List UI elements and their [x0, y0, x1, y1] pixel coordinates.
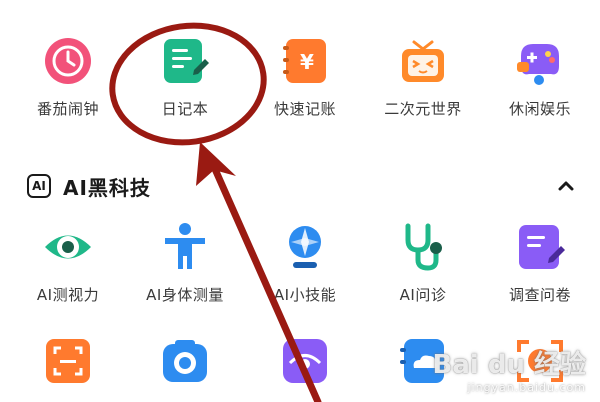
app-label: AI测视力 [36, 286, 100, 304]
watermark-logo: Bai du 经验 [432, 350, 587, 380]
section-header: AI AI黑科技 [27, 170, 151, 202]
app-tomato-clock[interactable]: 番茄闹钟 [8, 36, 128, 119]
app-label: 休闲娱乐 [508, 100, 571, 118]
app-anime-world[interactable]: 二次元世界 [363, 36, 483, 119]
app-bookkeeping[interactable]: ¥ 快速记账 [245, 36, 365, 119]
annotation-arrow-head [196, 142, 236, 186]
body-measure-icon [160, 222, 210, 272]
app-label: AI小技能 [273, 286, 337, 304]
app-scan[interactable] [8, 336, 128, 386]
collapse-button[interactable] [554, 174, 578, 198]
app-label: 日记本 [161, 100, 209, 118]
app-camera[interactable] [125, 336, 245, 386]
app-label: AI身体测量 [146, 286, 224, 304]
diary-icon [160, 36, 210, 86]
app-ai-vision-test[interactable]: AI测视力 [8, 222, 128, 305]
bookkeeping-icon: ¥ [280, 36, 330, 86]
app-survey[interactable]: 调查问卷 [480, 222, 600, 305]
camera-icon [160, 336, 210, 386]
app-label: 二次元世界 [384, 100, 462, 118]
survey-icon [515, 222, 565, 272]
app-label: 调查问卷 [508, 286, 571, 304]
ai-badge-icon: AI [27, 174, 51, 198]
app-label: 番茄闹钟 [36, 100, 99, 118]
watermark: Bai du 经验 jingyan.baidu.com [433, 344, 587, 394]
app-entertainment[interactable]: 休闲娱乐 [480, 36, 600, 119]
svg-text:¥: ¥ [300, 50, 314, 74]
app-eye[interactable] [245, 336, 365, 386]
gamepad-icon [515, 36, 565, 86]
stethoscope-icon [398, 222, 448, 272]
app-diary[interactable]: 日记本 [125, 36, 245, 119]
app-ai-skills[interactable]: AI小技能 [245, 222, 365, 305]
scan-icon [43, 336, 93, 386]
chevron-up-icon [558, 181, 574, 191]
eye-test-icon [43, 222, 93, 272]
section-title: AI黑科技 [63, 175, 151, 200]
app-ai-consultation[interactable]: AI问诊 [363, 222, 483, 305]
watermark-url: jingyan.baidu.com [467, 381, 586, 394]
app-label: AI问诊 [399, 286, 447, 304]
app-label: 快速记账 [273, 100, 336, 118]
app-ai-body-measure[interactable]: AI身体测量 [125, 222, 245, 305]
skills-icon [280, 222, 330, 272]
eye-icon [280, 336, 330, 386]
tv-icon [398, 36, 448, 86]
tomato-clock-icon [43, 36, 93, 86]
